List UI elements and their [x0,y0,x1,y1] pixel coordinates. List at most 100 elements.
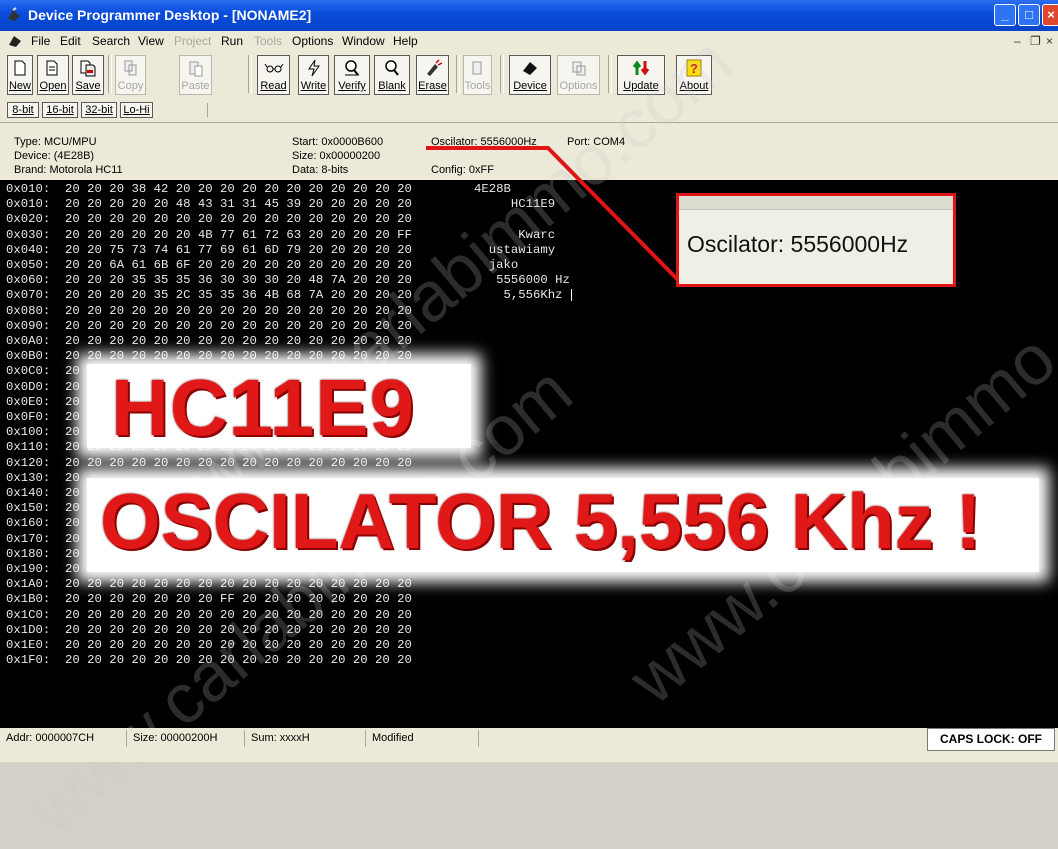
hex-row[interactable]: 0x120: 20 20 20 20 20 20 20 20 20 20 20 … [6,456,412,468]
app-icon [8,7,20,21]
blank-button[interactable]: Blank [374,55,410,95]
hex-row[interactable]: 0x180: 20 [6,548,80,560]
copy-button[interactable]: Copy [115,55,146,95]
hex-row[interactable]: 0x0A0: 20 20 20 20 20 20 20 20 20 20 20 … [6,335,412,347]
ascii-row[interactable]: 5,556Khz [474,289,563,301]
hex-row[interactable]: 0x1A0: 20 20 20 20 20 20 20 20 20 20 20 … [6,578,412,590]
status-sum: Sum: xxxxH [245,730,366,747]
hex-row[interactable]: 0x1D0: 20 20 20 20 20 20 20 20 20 20 20 … [6,624,412,636]
oscillator-value: Oscilator: 5556000Hz [431,136,537,148]
paste-button[interactable]: Paste [179,55,212,95]
hex-row[interactable]: 0x0B0: 20 20 20 20 20 20 20 20 20 20 20 … [6,350,412,362]
menu-file[interactable]: File [31,34,50,48]
menu-run[interactable]: Run [221,34,243,48]
hex-row[interactable]: 0x0E0: 20 [6,396,80,408]
about-label: About [679,80,709,92]
hex-row[interactable]: 0x0F0: 20 [6,411,80,423]
hex-row[interactable]: 0x0C0: 20 [6,365,80,377]
menu-options[interactable]: Options [292,34,333,48]
options-button[interactable]: Options [557,55,600,95]
hex-row[interactable]: 0x050: 20 20 6A 61 6B 6F 20 20 20 20 20 … [6,259,412,271]
hex-row[interactable]: 0x150: 20 [6,502,80,514]
device-brand: Brand: Motorola HC11 [14,164,123,176]
lohi-button[interactable]: Lo-Hi [120,102,153,118]
menu-view[interactable]: View [138,34,164,48]
bit16-button[interactable]: 16-bit [42,102,78,118]
overlay-oscillator-text: OSCILATOR 5,556 Khz ! [100,477,982,565]
hex-row[interactable]: 0x1B0: 20 20 20 20 20 20 20 FF 20 20 20 … [6,593,412,605]
hex-row[interactable]: 0x040: 20 20 75 73 74 61 77 69 61 6D 79 … [6,244,412,256]
toolbar-separator [608,55,612,93]
menu-window[interactable]: Window [342,34,385,48]
hex-row[interactable]: 0x080: 20 20 20 20 20 20 20 20 20 20 20 … [6,304,412,316]
new-button[interactable]: New [7,55,33,95]
menu-help[interactable]: Help [393,34,418,48]
erase-brush-icon [426,59,442,76]
hex-row[interactable]: 0x130: 20 [6,472,80,484]
save-button[interactable]: Save [72,55,104,95]
child-close-button[interactable]: × [1046,34,1053,48]
status-bar: Addr: 0000007CH Size: 00000200H Sum: xxx… [0,728,1058,762]
start-address: Start: 0x0000B600 [292,136,384,148]
status-size: Size: 00000200H [127,730,245,747]
ascii-row[interactable]: HC11E9 [474,198,555,210]
about-button[interactable]: ? About [676,55,712,95]
hex-row[interactable]: 0x1F0: 20 20 20 20 20 20 20 20 20 20 20 … [6,654,412,666]
hex-row[interactable]: 0x070: 20 20 20 20 35 2C 35 35 36 4B 68 … [6,289,412,301]
hex-row[interactable]: 0x170: 20 [6,532,80,544]
write-button[interactable]: Write [298,55,329,95]
maximize-button[interactable]: □ [1018,4,1040,26]
verify-button[interactable]: Verify [334,55,370,95]
blank-check-icon [385,60,399,76]
status-modified: Modified [366,730,479,747]
open-button[interactable]: Open [37,55,69,95]
write-label: Write [300,80,327,92]
copy-icon [124,60,136,76]
verify-magnifier-icon [345,60,359,76]
tools-button[interactable]: Tools [463,55,492,95]
child-restore-button[interactable]: ❐ [1030,34,1041,48]
blank-label: Blank [378,80,406,92]
document-icon[interactable] [8,34,24,48]
paste-icon [189,61,202,77]
hex-row[interactable]: 0x0D0: 20 [6,380,80,392]
toolbar: New Open Save Copy Paste Read Write Veri… [0,51,1058,97]
ascii-row[interactable]: ustawiamy [474,244,555,256]
device-type: Type: MCU/MPU [14,136,97,148]
ascii-row[interactable]: Kwarc [474,228,555,240]
ascii-row[interactable]: 4E28B [474,183,511,195]
port-value: Port: COM4 [567,136,626,148]
menu-project[interactable]: Project [174,34,211,48]
device-button[interactable]: Device [509,55,551,95]
ascii-row[interactable]: 5556000 Hz [474,274,570,286]
update-label: Update [623,80,659,92]
hex-row[interactable]: 0x030: 20 20 20 20 20 20 4B 77 61 72 63 … [6,228,412,240]
hex-row[interactable]: 0x100: 20 [6,426,80,438]
bit8-button[interactable]: 8-bit [7,102,39,118]
hex-row[interactable]: 0x1C0: 20 20 20 20 20 20 20 20 20 20 20 … [6,608,412,620]
hex-row[interactable]: 0x090: 20 20 20 20 20 20 20 20 20 20 20 … [6,320,412,332]
overlay-chip-text: HC11E9 [111,363,415,452]
erase-button[interactable]: Erase [416,55,449,95]
menu-search[interactable]: Search [92,34,130,48]
bit32-button[interactable]: 32-bit [81,102,117,118]
child-minimize-button[interactable]: – [1014,34,1021,48]
read-label: Read [260,80,287,92]
hex-row[interactable]: 0x060: 20 20 20 35 35 35 36 30 30 30 20 … [6,274,412,286]
menu-edit[interactable]: Edit [60,34,81,48]
update-button[interactable]: Update [617,55,665,95]
close-button[interactable]: × [1042,4,1058,26]
hex-row[interactable]: 0x140: 20 [6,487,80,499]
hex-row[interactable]: 0x020: 20 20 20 20 20 20 20 20 20 20 20 … [6,213,412,225]
hex-row[interactable]: 0x010: 20 20 20 20 20 48 43 31 31 45 39 … [6,198,412,210]
hex-row[interactable]: 0x010: 20 20 20 38 42 20 20 20 20 20 20 … [6,183,412,195]
save-icon [80,60,96,77]
read-button[interactable]: Read [257,55,290,95]
hex-row[interactable]: 0x1E0: 20 20 20 20 20 20 20 20 20 20 20 … [6,639,412,651]
minimize-button[interactable]: _ [994,4,1016,26]
save-label: Save [75,80,101,92]
menu-tools[interactable]: Tools [254,34,282,48]
tools-label: Tools [464,80,491,92]
hex-row[interactable]: 0x160: 20 [6,517,80,529]
ascii-row[interactable]: jako [474,259,519,271]
